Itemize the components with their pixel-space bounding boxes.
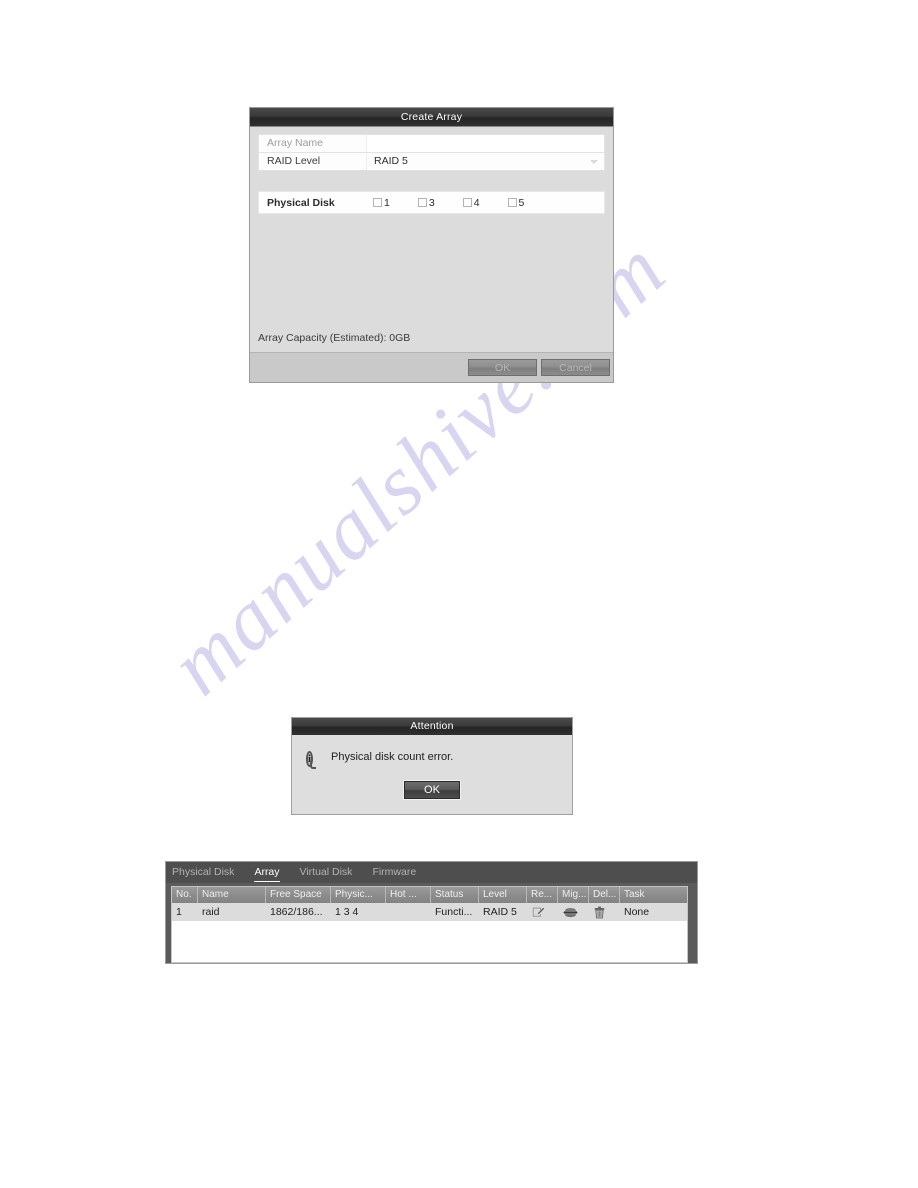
physical-disk-option-label: 1 <box>384 196 390 209</box>
physical-disk-option-5[interactable]: 5 <box>507 196 525 209</box>
table-row[interactable]: 1 raid 1862/186... 1 3 4 Functi... RAID … <box>172 903 687 921</box>
physical-disk-option-1[interactable]: 1 <box>373 197 390 209</box>
info-icon: i <box>306 749 323 769</box>
cell-status: Functi... <box>435 906 473 918</box>
cell-task: None <box>624 906 650 918</box>
physical-disk-row: Physical Disk 1 3 4 5 <box>258 191 605 214</box>
array-name-row: Array Name <box>258 134 605 152</box>
attention-dialog: Attention i Physical disk count error. O… <box>292 718 572 814</box>
rebuild-button[interactable] <box>527 903 558 921</box>
array-table-header: No. Name Free Space Physic... Hot ... St… <box>172 887 687 903</box>
physical-disk-label: Physical Disk <box>267 196 335 209</box>
create-array-body: Array Name RAID Level RAID 5 Physical Di… <box>250 127 613 352</box>
physical-disk-option-4[interactable]: 4 <box>462 196 480 209</box>
cell-physical: 1 3 4 <box>335 906 359 918</box>
array-capacity-text: Array Capacity (Estimated): 0GB <box>258 332 411 344</box>
physical-disk-option-label: 3 <box>428 196 435 209</box>
array-name-label: Array Name <box>259 135 367 152</box>
raid-panel: Physical Disk Array Virtual Disk Firmwar… <box>166 862 697 963</box>
create-array-footer: OK Cancel <box>250 352 613 382</box>
tab-virtual-disk[interactable]: Virtual Disk <box>300 862 353 883</box>
tab-array[interactable]: Array <box>254 865 280 882</box>
tab-physical-disk[interactable]: Physical Disk <box>172 862 234 883</box>
raid-tabbar: Physical Disk Array Virtual Disk Firmwar… <box>166 862 697 883</box>
attention-body: i Physical disk count error. OK <box>292 735 572 814</box>
array-table: No. Name Free Space Physic... Hot ... St… <box>171 886 688 963</box>
create-array-title: Create Array <box>250 108 613 127</box>
column-header-physical[interactable]: Physic... <box>331 887 386 903</box>
delete-button[interactable] <box>589 903 620 921</box>
ok-button[interactable]: OK <box>468 359 537 376</box>
edit-pencil-icon <box>532 907 545 917</box>
physical-disk-option-label: 4 <box>473 196 480 209</box>
checkbox-icon[interactable] <box>373 198 382 207</box>
column-header-level[interactable]: Level <box>479 887 527 903</box>
column-header-hot-spare[interactable]: Hot ... <box>386 887 431 903</box>
info-icon-tail <box>310 762 316 769</box>
array-name-input[interactable] <box>367 135 604 152</box>
cell-level: RAID 5 <box>483 906 517 918</box>
physical-disk-option-3[interactable]: 3 <box>417 196 435 209</box>
attention-message: Physical disk count error. <box>331 751 454 763</box>
create-array-dialog: Create Array Array Name RAID Level RAID … <box>250 108 613 382</box>
checkbox-icon[interactable] <box>507 198 517 207</box>
checkbox-icon[interactable] <box>417 198 427 207</box>
column-header-task[interactable]: Task <box>620 887 682 903</box>
column-header-migrate[interactable]: Mig... <box>558 887 589 903</box>
cell-free-space: 1862/186... <box>270 906 323 918</box>
cell-name: raid <box>202 906 220 918</box>
raid-level-select[interactable]: RAID 5 <box>367 153 604 170</box>
attention-button-row: OK <box>292 780 572 800</box>
chevron-down-icon <box>590 160 598 164</box>
trash-icon <box>594 906 605 918</box>
cancel-button[interactable]: Cancel <box>541 359 610 376</box>
attention-title: Attention <box>292 718 572 735</box>
migrate-icon <box>563 907 578 917</box>
column-header-rebuild[interactable]: Re... <box>527 887 558 903</box>
column-header-no[interactable]: No. <box>172 887 198 903</box>
raid-level-label: RAID Level <box>259 153 367 170</box>
cell-no: 1 <box>176 906 182 918</box>
column-header-name[interactable]: Name <box>198 887 266 903</box>
raid-level-value: RAID 5 <box>374 155 408 167</box>
attention-ok-button[interactable]: OK <box>403 780 461 800</box>
column-header-delete[interactable]: Del... <box>589 887 620 903</box>
raid-level-row: RAID Level RAID 5 <box>258 152 605 171</box>
cell-hot-spare <box>386 903 431 921</box>
checkbox-icon[interactable] <box>462 198 472 207</box>
array-table-empty-area <box>172 921 687 962</box>
tab-firmware[interactable]: Firmware <box>372 862 416 883</box>
column-header-free-space[interactable]: Free Space <box>266 887 331 903</box>
column-header-status[interactable]: Status <box>431 887 479 903</box>
attention-message-row: i Physical disk count error. <box>292 735 572 769</box>
migrate-button[interactable] <box>558 903 589 921</box>
physical-disk-option-label: 5 <box>518 196 525 209</box>
physical-disk-checkbox-group: 1 3 4 5 <box>373 197 552 209</box>
